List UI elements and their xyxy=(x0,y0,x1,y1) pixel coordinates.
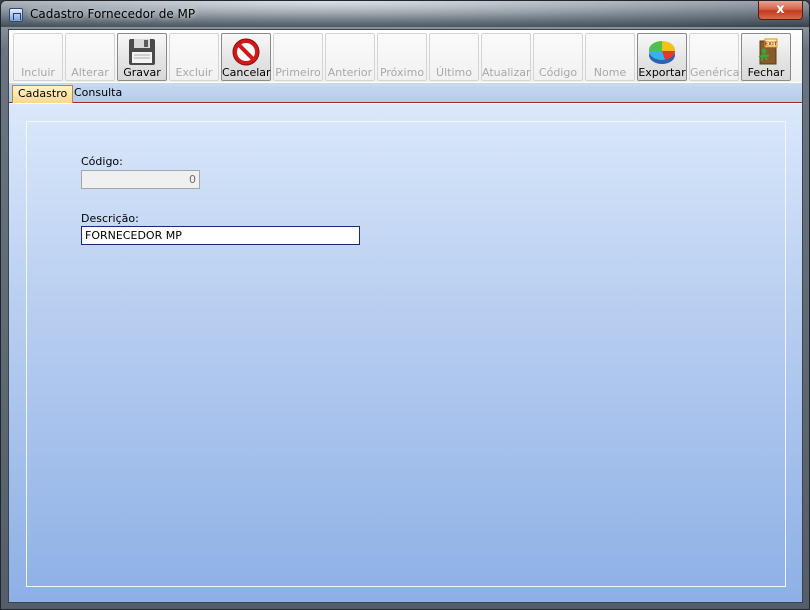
app-icon xyxy=(9,8,23,22)
cancelar-label: Cancelar xyxy=(222,66,271,79)
anterior-label: Anterior xyxy=(327,66,373,79)
alterar-button[interactable]: Alterar xyxy=(65,33,115,81)
generica-label: Genérica xyxy=(690,66,740,79)
incluir-button[interactable]: Incluir xyxy=(13,33,63,81)
generica-button[interactable]: Genérica xyxy=(689,33,739,81)
ultimo-button[interactable]: Último xyxy=(429,33,479,81)
excluir-button[interactable]: Excluir xyxy=(169,33,219,81)
cancel-icon xyxy=(232,38,260,66)
cadastro-panel: Código: 0 Descrição: FORNECEDOR MP xyxy=(9,104,802,602)
close-window-button[interactable]: x xyxy=(758,1,803,20)
cancelar-button[interactable]: Cancelar xyxy=(221,33,271,81)
ultimo-label: Último xyxy=(436,66,472,79)
exportar-button[interactable]: Exportar xyxy=(637,33,687,81)
nome-button[interactable]: Nome xyxy=(585,33,635,81)
application-window: Cadastro Fornecedor de MP x Incluir Alte… xyxy=(0,0,810,610)
exportar-label: Exportar xyxy=(638,66,686,79)
proximo-button[interactable]: Próximo xyxy=(377,33,427,81)
descricao-input[interactable]: FORNECEDOR MP xyxy=(81,226,360,245)
nome-label: Nome xyxy=(593,66,627,79)
title-bar[interactable]: Cadastro Fornecedor de MP x xyxy=(1,1,809,27)
primeiro-button[interactable]: Primeiro xyxy=(273,33,323,81)
descricao-field-label: Descrição: xyxy=(81,212,139,225)
gravar-button[interactable]: Gravar xyxy=(117,33,167,81)
codigo-input[interactable]: 0 xyxy=(81,170,200,189)
primeiro-label: Primeiro xyxy=(275,66,321,79)
tab-consulta[interactable]: Consulta xyxy=(69,85,127,103)
svg-text:EXIT: EXIT xyxy=(765,42,778,48)
alterar-label: Alterar xyxy=(71,66,109,79)
gravar-label: Gravar xyxy=(123,66,161,79)
client-area: Incluir Alterar Gravar Excluir Cancelar … xyxy=(8,29,803,603)
codigo-button[interactable]: Código xyxy=(533,33,583,81)
incluir-label: Incluir xyxy=(21,66,55,79)
atualizar-button[interactable]: Atualizar xyxy=(481,33,531,81)
codigo-field-label: Código: xyxy=(81,155,123,168)
pie-chart-icon xyxy=(648,40,676,64)
exit-door-icon: EXIT xyxy=(758,38,778,65)
fechar-button[interactable]: EXIT Fechar xyxy=(741,33,791,81)
codigo-label: Código xyxy=(538,66,578,79)
panel-frame xyxy=(26,121,786,587)
floppy-disk-icon xyxy=(129,39,155,65)
atualizar-label: Atualizar xyxy=(482,66,531,79)
window-title: Cadastro Fornecedor de MP xyxy=(30,7,196,21)
toolbar: Incluir Alterar Gravar Excluir Cancelar … xyxy=(9,30,802,82)
proximo-label: Próximo xyxy=(379,66,425,79)
fechar-label: Fechar xyxy=(747,66,785,79)
excluir-label: Excluir xyxy=(175,66,213,79)
tab-cadastro[interactable]: Cadastro xyxy=(12,85,74,103)
anterior-button[interactable]: Anterior xyxy=(325,33,375,81)
tab-strip: Cadastro Consulta xyxy=(9,83,802,103)
